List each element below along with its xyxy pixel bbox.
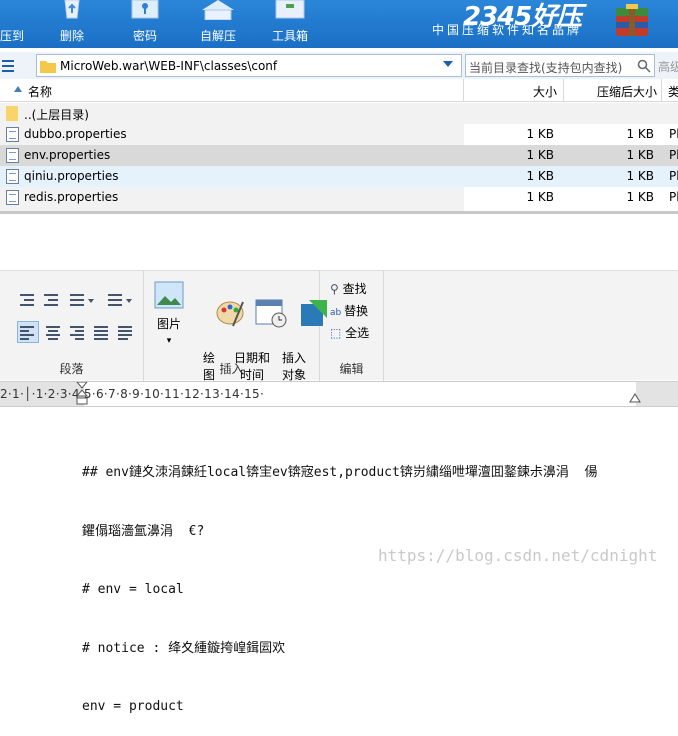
replace-label: 替换 bbox=[344, 304, 369, 318]
path-field[interactable]: MicroWeb.war\WEB-INF\classes\conf bbox=[36, 54, 462, 77]
password-button[interactable]: 密码 bbox=[125, 0, 165, 48]
indent-controls-icon[interactable] bbox=[20, 293, 140, 309]
ruler-ticks: 2·1·│·1·2·3·4·5·6·7·8·9·10·11·12·13·14·1… bbox=[0, 387, 265, 401]
picture-label: 图片 bbox=[156, 317, 181, 331]
app-logo-icon bbox=[616, 4, 648, 36]
find-button[interactable]: ⚲ 查找 bbox=[330, 280, 367, 297]
picture-button[interactable]: 图片 ▾ bbox=[152, 281, 186, 350]
folder-icon bbox=[40, 61, 56, 73]
file-name: dubbo.properties bbox=[24, 127, 127, 141]
file-type: Pl bbox=[669, 169, 678, 183]
find-label: 查找 bbox=[342, 282, 367, 296]
select-all-button[interactable]: ⬚ 全选 bbox=[330, 324, 369, 341]
word-ribbon: 段落 图片 ▾ 绘 图 日期和 时间 插入 对象 插入 ⚲ 查找 ab 替换 ⬚ … bbox=[0, 270, 678, 382]
document-line: env = product bbox=[82, 699, 184, 714]
right-indent-marker-icon[interactable] bbox=[629, 390, 641, 404]
file-compressed-size: 1 KB bbox=[626, 190, 654, 204]
indent-marker-icon[interactable] bbox=[76, 382, 88, 408]
self-extract-label: 自解压 bbox=[199, 29, 236, 43]
lock-icon bbox=[131, 0, 159, 19]
ruler-right-margin bbox=[636, 382, 678, 406]
file-size: 1 KB bbox=[526, 169, 554, 183]
insert-group-label: 插入 bbox=[219, 362, 244, 376]
properties-file-icon bbox=[6, 190, 19, 205]
select-all-icon: ⬚ bbox=[330, 326, 346, 340]
password-label: 密码 bbox=[132, 29, 157, 43]
brand-tagline: 中国压缩软件知名品牌 bbox=[432, 23, 583, 37]
paragraph-group-label: 段落 bbox=[59, 362, 84, 376]
file-row[interactable]: redis.properties 1 KB 1 KB Pl bbox=[0, 187, 678, 208]
column-divider bbox=[563, 79, 564, 102]
column-divider bbox=[463, 79, 464, 102]
properties-file-icon bbox=[6, 127, 19, 142]
folder-icon bbox=[6, 106, 18, 121]
search-icon[interactable] bbox=[637, 59, 651, 73]
path-text: MicroWeb.war\WEB-INF\classes\conf bbox=[60, 59, 278, 73]
toolbox-button[interactable]: 工具箱 bbox=[268, 0, 312, 48]
document-line: ## env鏈夊洓涓鍊紝local锛宔ev锛宼est,product锛岃繍缁呭墠… bbox=[82, 465, 598, 480]
edit-group: ⚲ 查找 ab 替换 ⬚ 全选 编辑 bbox=[320, 271, 384, 381]
horizontal-scrollbar[interactable] bbox=[0, 211, 678, 214]
file-name: env.properties bbox=[24, 148, 111, 162]
search-input[interactable]: 当前目录查找(支持包内查找) bbox=[465, 54, 655, 77]
watermark: https://blog.csdn.net/cdnight bbox=[378, 546, 658, 565]
document-body[interactable]: ## env鏈夊洓涓鍊紝local锛宔ev锛宼est,product锛岃繍缁呭墠… bbox=[82, 424, 598, 736]
properties-file-icon bbox=[6, 169, 19, 184]
binoculars-icon: ⚲ bbox=[330, 282, 343, 296]
alignment-icons[interactable] bbox=[20, 325, 140, 341]
column-name[interactable]: 名称 bbox=[28, 83, 52, 100]
advanced-search-link[interactable]: 高级 bbox=[658, 58, 678, 75]
insert-group: 图片 ▾ 绘 图 日期和 时间 插入 对象 插入 bbox=[144, 271, 327, 382]
compress-label: 压到 bbox=[0, 29, 25, 43]
delete-label: 删除 bbox=[59, 29, 84, 43]
picture-icon bbox=[154, 281, 184, 309]
self-extract-button[interactable]: 自解压 bbox=[196, 0, 240, 48]
replace-icon: ab bbox=[330, 308, 345, 318]
column-size[interactable]: 大小 bbox=[533, 83, 557, 100]
view-menu-icon[interactable] bbox=[2, 60, 16, 72]
top-toolbar: 压到 删除 密码 自解压 工具箱 2345好压 中国压缩软件知名品牌 bbox=[0, 0, 678, 48]
file-row-selected[interactable]: env.properties 1 KB 1 KB Pl bbox=[0, 145, 678, 166]
file-compressed-size: 1 KB bbox=[626, 127, 654, 141]
file-type: Pl bbox=[669, 148, 678, 162]
paragraph-group: 段落 bbox=[0, 271, 144, 381]
select-all-label: 全选 bbox=[345, 326, 370, 340]
parent-directory-label: ..(上层目录) bbox=[24, 108, 89, 122]
file-row-hover[interactable]: qiniu.properties 1 KB 1 KB Pl bbox=[0, 166, 678, 187]
column-compressed-size[interactable]: 压缩后大小 bbox=[597, 83, 657, 100]
recycle-bin-icon bbox=[64, 0, 80, 19]
document-line: # notice : 绛夊緟鏇挎崲鍓囩欢 bbox=[82, 640, 286, 656]
file-row[interactable]: dubbo.properties 1 KB 1 KB Pl bbox=[0, 124, 678, 145]
properties-file-icon bbox=[6, 148, 19, 163]
document-line: 鑺傝瑙濇氳濞涓 €? bbox=[82, 523, 205, 539]
toolbox-icon bbox=[275, 0, 305, 19]
file-compressed-size: 1 KB bbox=[626, 169, 654, 183]
toolbox-label: 工具箱 bbox=[271, 29, 308, 43]
document-line: # env = local bbox=[82, 582, 184, 597]
file-type: Pl bbox=[669, 127, 678, 141]
file-type: Pl bbox=[669, 190, 678, 204]
file-compressed-size: 1 KB bbox=[626, 148, 654, 162]
column-type[interactable]: 类 bbox=[668, 83, 678, 100]
file-name: qiniu.properties bbox=[24, 169, 119, 183]
file-list-header: 名称 大小 压缩后大小 类 bbox=[0, 79, 678, 102]
file-size: 1 KB bbox=[526, 190, 554, 204]
edit-group-label: 编辑 bbox=[339, 362, 364, 376]
horizontal-ruler[interactable]: 2·1·│·1·2·3·4·5·6·7·8·9·10·11·12·13·14·1… bbox=[0, 381, 678, 407]
sort-up-icon bbox=[14, 86, 22, 92]
file-size: 1 KB bbox=[526, 148, 554, 162]
address-bar: MicroWeb.war\WEB-INF\classes\conf 当前目录查找… bbox=[0, 52, 678, 79]
dropdown-arrow: ▾ bbox=[166, 336, 172, 346]
column-divider bbox=[661, 79, 662, 102]
parent-directory-row[interactable]: ..(上层目录) bbox=[0, 103, 678, 124]
file-name: redis.properties bbox=[24, 190, 119, 204]
chevron-down-icon[interactable] bbox=[443, 61, 453, 69]
file-size: 1 KB bbox=[526, 127, 554, 141]
self-extract-icon bbox=[202, 0, 234, 20]
compress-button[interactable]: 压到 bbox=[0, 0, 25, 48]
delete-button[interactable]: 删除 bbox=[52, 0, 92, 48]
replace-button[interactable]: ab 替换 bbox=[330, 302, 368, 319]
